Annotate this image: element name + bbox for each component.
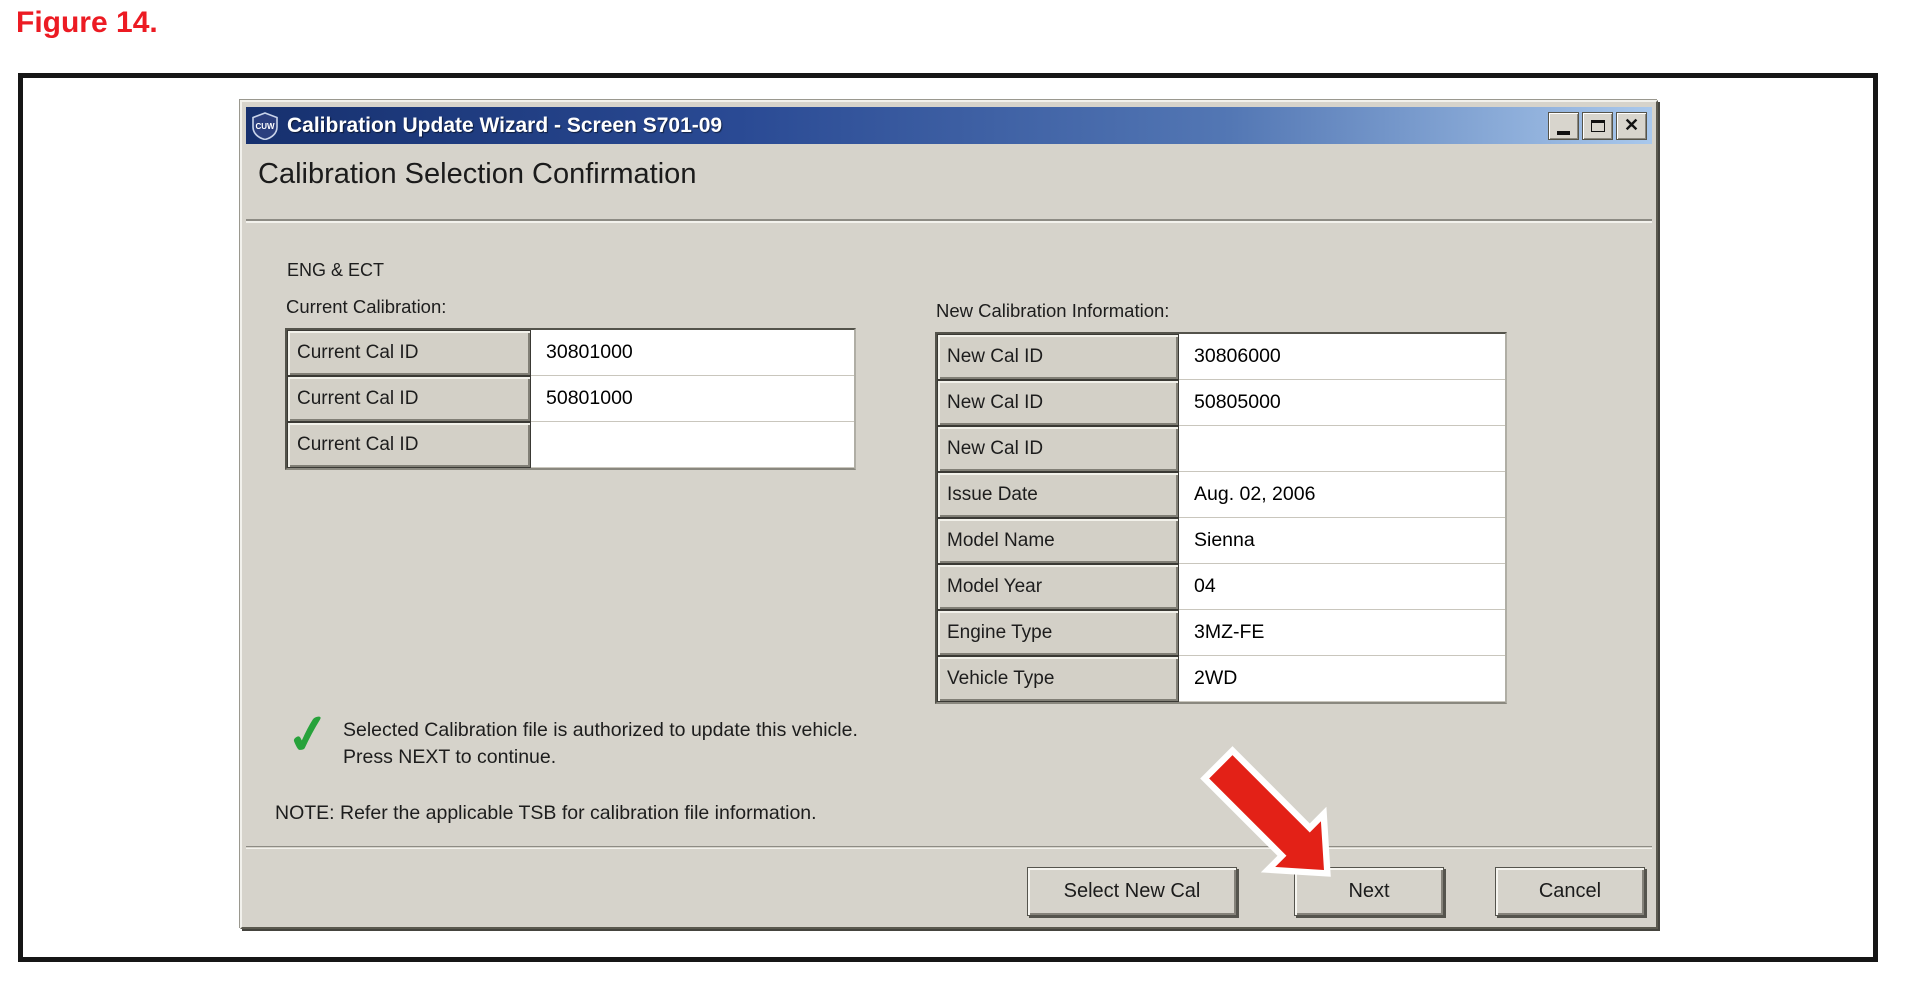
note-text: NOTE: Refer the applicable TSB for calib… (275, 802, 817, 825)
new-calibration-caption: New Calibration Information: (936, 300, 1169, 322)
heading-divider (246, 219, 1652, 221)
row-label-cell: Vehicle Type (937, 656, 1179, 702)
cancel-button[interactable]: Cancel (1495, 867, 1645, 916)
buttons-divider (246, 846, 1652, 847)
row-value-cell: 2WD (1179, 656, 1505, 702)
row-value-cell: 50805000 (1179, 380, 1505, 426)
table-row: New Cal ID 50805000 (937, 380, 1505, 426)
row-label-cell: Model Year (937, 564, 1179, 610)
table-row: Current Cal ID 30801000 (287, 330, 854, 376)
close-button[interactable]: ✕ (1616, 112, 1647, 140)
current-calibration-table: Current Cal ID 30801000 Current Cal ID 5… (285, 328, 856, 470)
calibration-wizard-window: CUW Calibration Update Wizard - Screen S… (240, 100, 1658, 929)
red-arrow-annotation (1200, 746, 1338, 884)
row-value-cell: 30801000 (531, 330, 854, 376)
window-title: Calibration Update Wizard - Screen S701-… (287, 114, 722, 138)
row-label-cell: New Cal ID (937, 426, 1179, 472)
close-icon: ✕ (1624, 115, 1639, 136)
titlebar[interactable]: CUW Calibration Update Wizard - Screen S… (246, 107, 1652, 144)
figure-label: Figure 14. (16, 6, 158, 40)
table-row: Model Year 04 (937, 564, 1505, 610)
row-value-cell: Aug. 02, 2006 (1179, 472, 1505, 518)
table-row: Engine Type 3MZ-FE (937, 610, 1505, 656)
table-row: New Cal ID (937, 426, 1505, 472)
cuw-logo-text: CUW (255, 122, 275, 131)
row-value-cell: 3MZ-FE (1179, 610, 1505, 656)
row-value-cell: 50801000 (531, 376, 854, 422)
current-calibration-caption: Current Calibration: (286, 296, 446, 318)
row-value-cell (1179, 426, 1505, 472)
row-label-cell: New Cal ID (937, 334, 1179, 380)
table-row: Current Cal ID (287, 422, 854, 468)
row-label-cell: Current Cal ID (287, 376, 531, 422)
row-value-cell: Sienna (1179, 518, 1505, 564)
cuw-logo-icon: CUW (251, 112, 279, 140)
table-row: Model Name Sienna (937, 518, 1505, 564)
table-row: Issue Date Aug. 02, 2006 (937, 472, 1505, 518)
row-label-cell: Current Cal ID (287, 422, 531, 468)
row-label-cell: Current Cal ID (287, 330, 531, 376)
row-value-cell: 04 (1179, 564, 1505, 610)
page-heading: Calibration Selection Confirmation (258, 158, 696, 191)
status-line-2: Press NEXT to continue. (343, 744, 858, 771)
maximize-icon (1591, 120, 1605, 132)
figure-page: Figure 14. CUW Calibration Update Wizard… (0, 0, 1915, 987)
subsystem-label: ENG & ECT (287, 260, 384, 281)
status-line-1: Selected Calibration file is authorized … (343, 717, 858, 744)
table-row: New Cal ID 30806000 (937, 334, 1505, 380)
minimize-icon (1557, 131, 1570, 135)
row-value-cell (531, 422, 854, 468)
status-message: Selected Calibration file is authorized … (343, 717, 858, 771)
row-label-cell: Engine Type (937, 610, 1179, 656)
table-row: Vehicle Type 2WD (937, 656, 1505, 702)
minimize-button[interactable] (1548, 112, 1579, 140)
row-label-cell: Model Name (937, 518, 1179, 564)
row-label-cell: Issue Date (937, 472, 1179, 518)
row-label-cell: New Cal ID (937, 380, 1179, 426)
new-calibration-table: New Cal ID 30806000 New Cal ID 50805000 … (935, 332, 1507, 704)
maximize-button[interactable] (1582, 112, 1613, 140)
checkmark-icon: ✓ (282, 705, 334, 765)
table-row: Current Cal ID 50801000 (287, 376, 854, 422)
window-controls: ✕ (1548, 112, 1647, 140)
row-value-cell: 30806000 (1179, 334, 1505, 380)
